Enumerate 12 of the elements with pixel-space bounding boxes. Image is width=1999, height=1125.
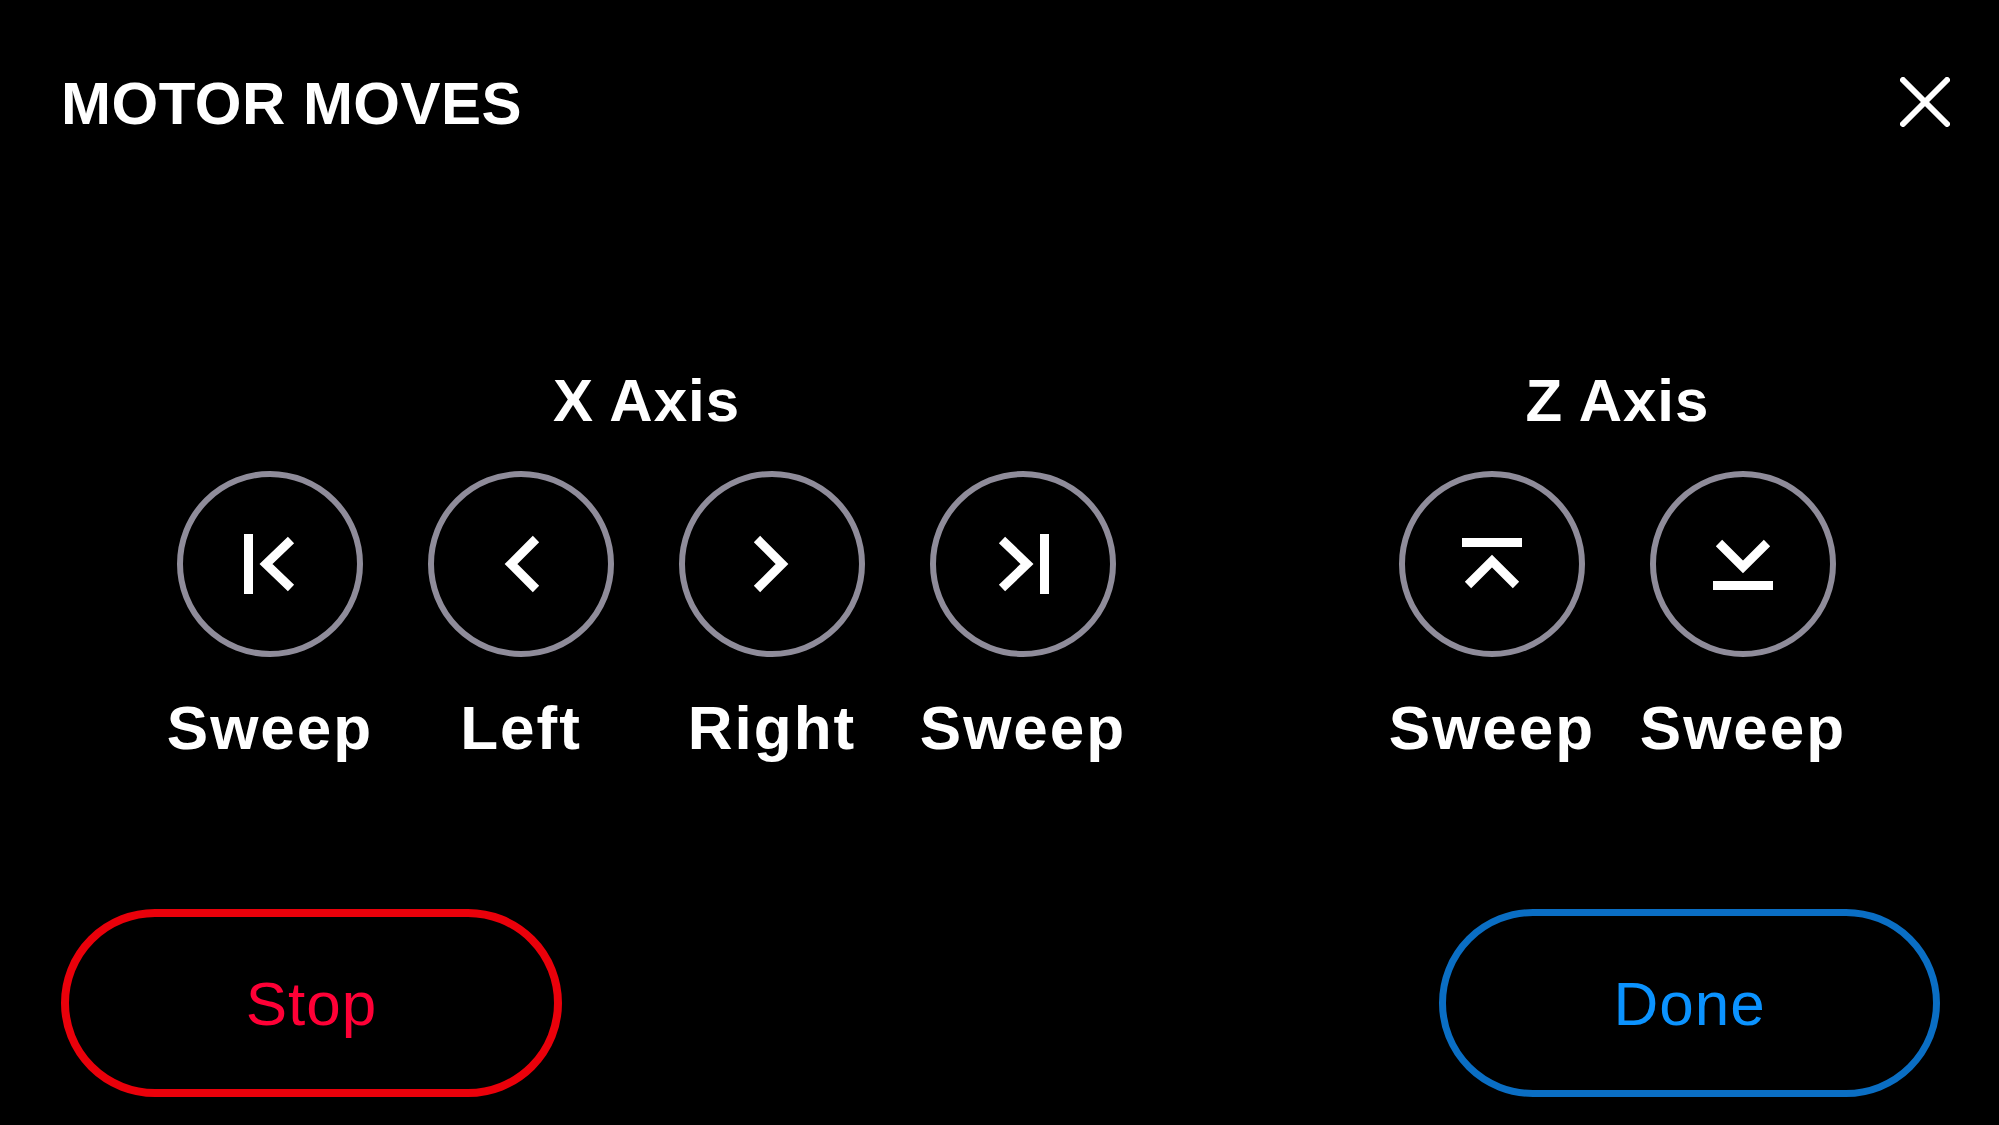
chevron-right-bar-icon (997, 534, 1049, 594)
axis-title: Z Axis (1525, 371, 1710, 431)
move-label: Left (460, 697, 582, 759)
close-icon (1900, 77, 1950, 127)
chevron-up-bar-icon (1462, 538, 1522, 590)
page-title: MOTOR MOVES (61, 74, 523, 134)
close-button[interactable] (1900, 77, 1950, 127)
stop-button[interactable]: Stop (61, 909, 562, 1097)
chevron-left-bar-icon (244, 534, 296, 594)
axis-title: X Axis (552, 371, 741, 431)
chevron-down-bar-icon (1713, 538, 1773, 590)
done-button[interactable]: Done (1439, 909, 1940, 1097)
